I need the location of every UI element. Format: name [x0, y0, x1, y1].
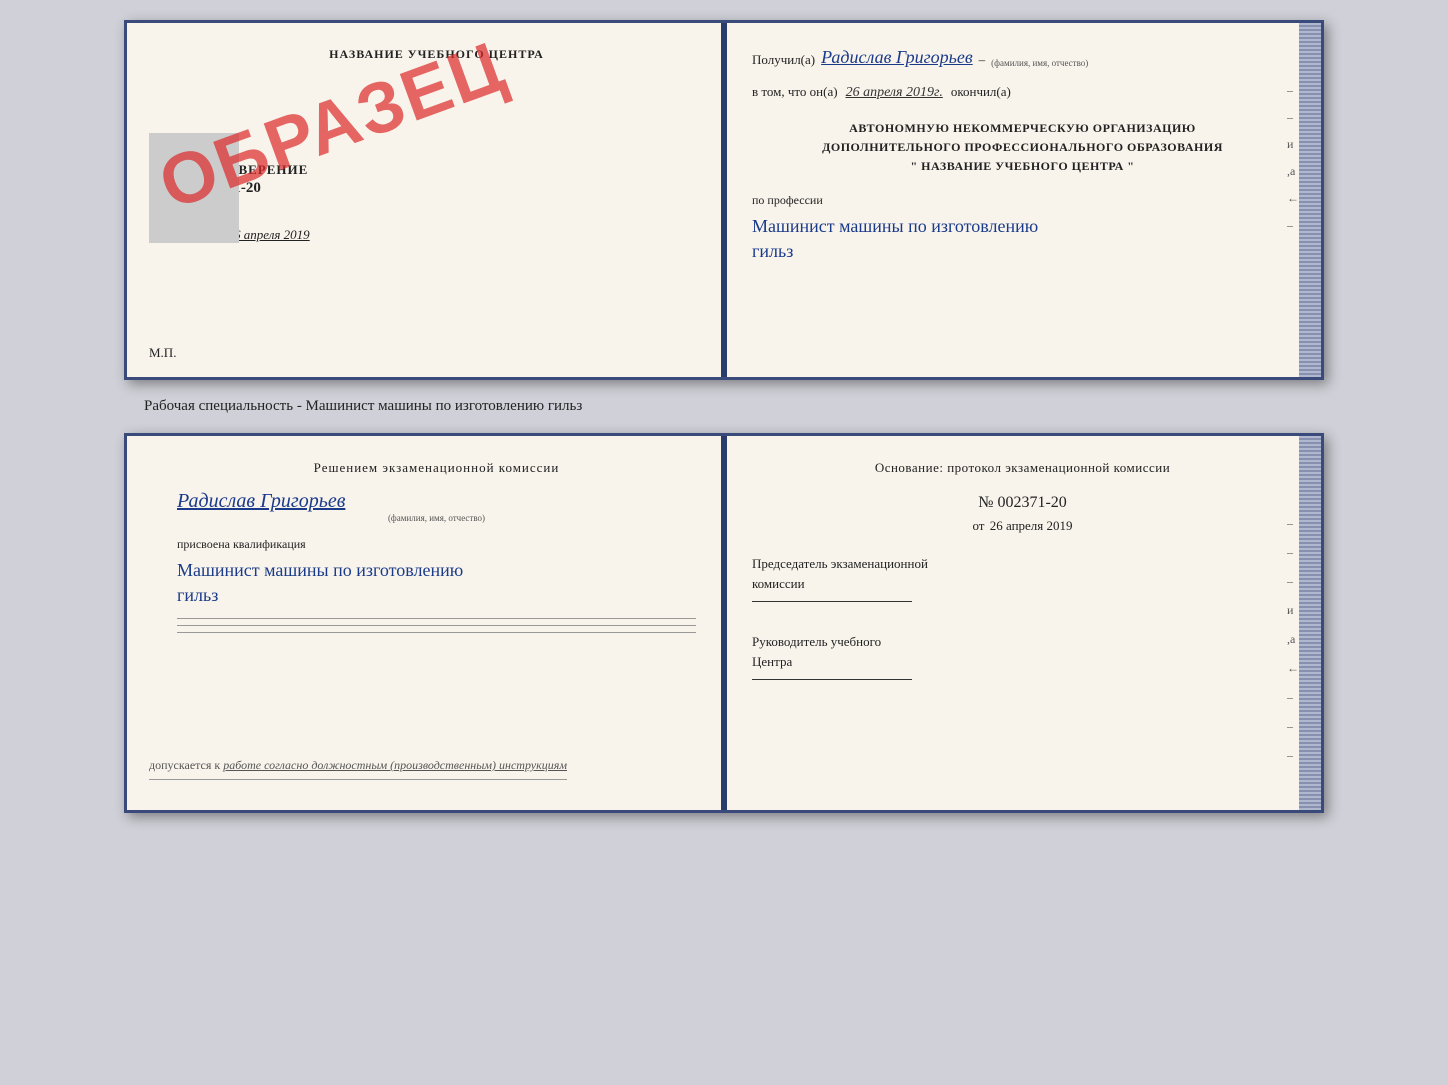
dash-top: – [979, 52, 986, 68]
b-side-mark-3: – [1287, 574, 1299, 589]
rukovoditel-line2: Центра [752, 652, 1293, 672]
b-side-mark-4: и [1287, 603, 1299, 618]
predsedatel-section: Председатель экзаменационной комиссии [752, 554, 1293, 602]
org-line2: ДОПОЛНИТЕЛЬНОГО ПРОФЕССИОНАЛЬНОГО ОБРАЗО… [752, 138, 1293, 157]
rukovoditel-line1: Руководитель учебного [752, 632, 1293, 652]
dopuskaetsya-line [149, 779, 567, 780]
side-mark-6: – [1287, 218, 1299, 233]
top-certificate-book: НАЗВАНИЕ УЧЕБНОГО ЦЕНТРА ОБРАЗЕЦ УДОСТОВ… [124, 20, 1324, 380]
protocol-number-text: № 002371-20 [978, 494, 1067, 511]
predsedatel-signature-line [752, 601, 912, 602]
profession-handwritten: Машинист машины по изготовлению гильз [752, 214, 1293, 264]
org-line3: " НАЗВАНИЕ УЧЕБНОГО ЦЕНТРА " [752, 157, 1293, 176]
b-side-mark-6: ← [1287, 661, 1299, 676]
document-container: НАЗВАНИЕ УЧЕБНОГО ЦЕНТРА ОБРАЗЕЦ УДОСТОВ… [20, 20, 1428, 813]
right-binding-stripe [1303, 23, 1321, 377]
ot-date-value: 26 апреля 2019 [990, 518, 1073, 533]
predsedatel-line2: комиссии [752, 574, 1293, 594]
top-left-page: НАЗВАНИЕ УЧЕБНОГО ЦЕНТРА ОБРАЗЕЦ УДОСТОВ… [127, 23, 724, 377]
po-professii-label: по профессии [752, 193, 1293, 208]
b-side-mark-8: – [1287, 719, 1299, 734]
right-side-marks-top: – – и ,а ← – [1287, 83, 1299, 233]
qualification-handwritten: Машинист машины по изготовлению гильз [177, 558, 696, 608]
osnovanie-text: Основание: протокол экзаменационной коми… [752, 460, 1293, 476]
predsedatel-line1: Председатель экзаменационной [752, 554, 1293, 574]
top-right-page: Получил(а) Радислав Григорьев – (фамилия… [724, 23, 1321, 377]
rukovoditel-section: Руководитель учебного Центра [752, 632, 1293, 680]
recipient-name-bottom: Радислав Григорьев [177, 490, 696, 513]
stamp-text: ОБРАЗЕЦ [151, 65, 420, 222]
obrazets-stamp: ОБРАЗЕЦ [151, 65, 464, 342]
qual-line2: гильз [177, 583, 696, 608]
qual-line1: Машинист машины по изготовлению [177, 558, 696, 583]
dopuskaetsya-section: допускается к работе согласно должностны… [149, 758, 567, 786]
dopuskaetsya-text: работе согласно должностным (производств… [223, 758, 567, 772]
line1 [177, 618, 696, 619]
poluchil-row: Получил(а) Радислав Григорьев – (фамилия… [752, 47, 1293, 68]
side-mark-4: ,а [1287, 164, 1299, 179]
protocol-number-bottom: № 002371-20 [752, 494, 1293, 512]
b-side-mark-5: ,а [1287, 632, 1299, 647]
side-mark-2: – [1287, 110, 1299, 125]
vtom-row: в том, что он(а) 26 апреля 2019г. окончи… [752, 84, 1293, 101]
org-line1: АВТОНОМНУЮ НЕКОММЕРЧЕСКУЮ ОРГАНИЗАЦИЮ [752, 119, 1293, 138]
ot-label: от [972, 518, 984, 533]
bottom-right-page: Основание: протокол экзаменационной коми… [724, 436, 1321, 810]
side-mark-5: ← [1287, 191, 1299, 206]
b-side-mark-7: – [1287, 690, 1299, 705]
b-side-mark-9: – [1287, 748, 1299, 763]
profession-line1: Машинист машины по изготовлению [752, 214, 1293, 239]
fio-subtext-bottom: (фамилия, имя, отчество) [177, 513, 696, 523]
line3 [177, 632, 696, 633]
side-mark-1: – [1287, 83, 1299, 98]
line2 [177, 625, 696, 626]
completion-date: 26 апреля 2019г. [846, 85, 943, 101]
recipient-name-top: Радислав Григорьев [821, 47, 973, 68]
specialty-label: Рабочая специальность - Машинист машины … [144, 398, 582, 415]
fio-subtext-top: (фамилия, имя, отчество) [991, 58, 1088, 68]
vtom-label: в том, что он(а) [752, 84, 838, 100]
org-description: АВТОНОМНУЮ НЕКОММЕРЧЕСКУЮ ОРГАНИЗАЦИЮ ДО… [752, 119, 1293, 177]
b-side-mark-1: – [1287, 516, 1299, 531]
ot-date-row: от 26 апреля 2019 [752, 518, 1293, 534]
bottom-certificate-book: Решением экзаменационной комиссии Радисл… [124, 433, 1324, 813]
bottom-left-page: Решением экзаменационной комиссии Радисл… [127, 436, 724, 810]
dopuskaetsya-label: допускается к [149, 758, 220, 772]
poluchil-label: Получил(а) [752, 52, 815, 68]
prisvoena-label: присвоена квалификация [177, 537, 696, 552]
rukovoditel-signature-line [752, 679, 912, 680]
bottom-right-binding-stripe [1303, 436, 1321, 810]
b-side-mark-2: – [1287, 545, 1299, 560]
profession-line2: гильз [752, 239, 1293, 264]
side-mark-3: и [1287, 137, 1299, 152]
right-side-marks-bottom: – – – и ,а ← – – – [1287, 516, 1299, 763]
resheniyem-text: Решением экзаменационной комиссии [177, 460, 696, 476]
okonchil-label: окончил(а) [951, 84, 1011, 100]
mp-label: М.П. [149, 345, 176, 361]
